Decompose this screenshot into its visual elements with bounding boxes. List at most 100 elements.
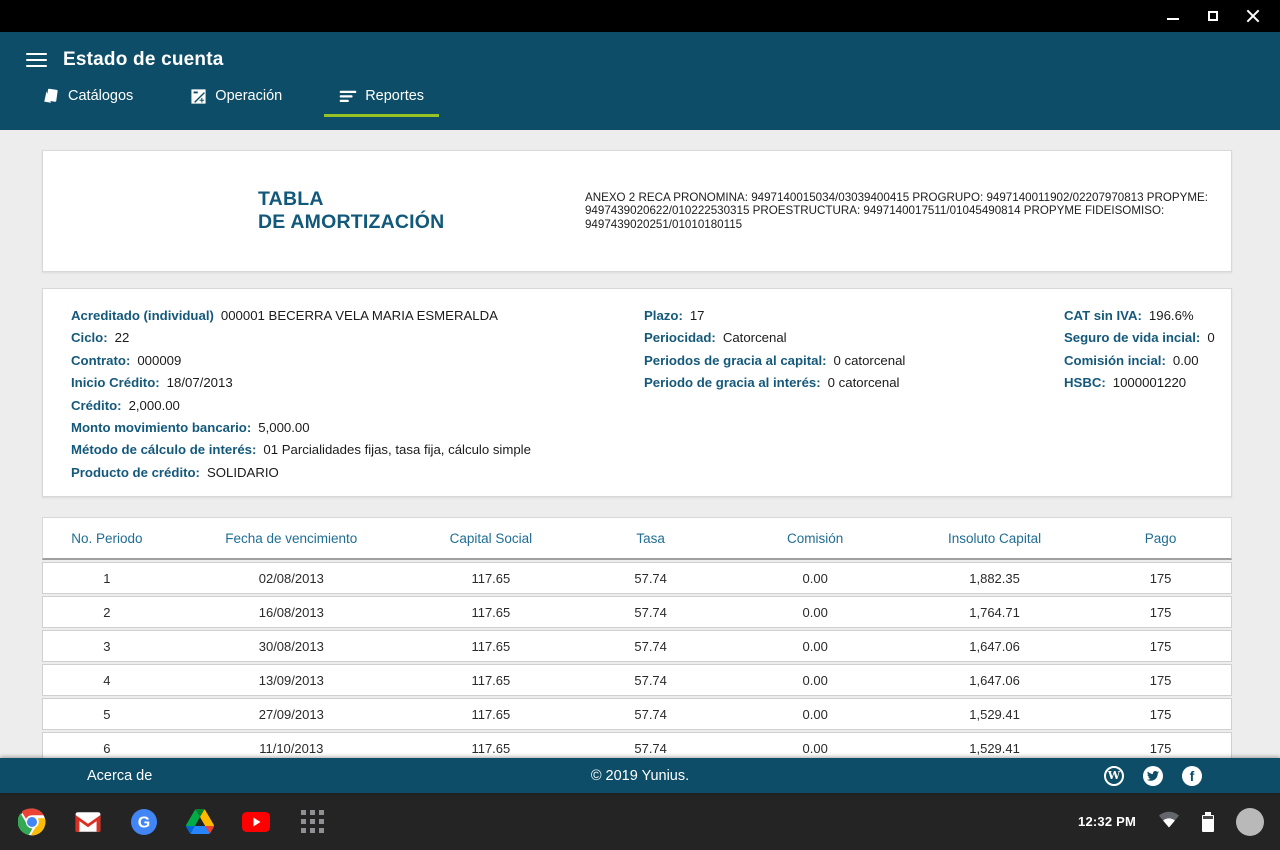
table-cell: 57.74 bbox=[570, 571, 732, 586]
table-cell: 117.65 bbox=[412, 605, 570, 620]
app-launcher-icon[interactable] bbox=[298, 808, 326, 836]
table-cell: 175 bbox=[1090, 707, 1231, 722]
detail-row: HSBC:1000001220 bbox=[1064, 375, 1231, 397]
table-cell: 1,647.06 bbox=[899, 673, 1090, 688]
tab-catalogos[interactable]: Catálogos bbox=[27, 85, 148, 117]
table-cell: 30/08/2013 bbox=[171, 639, 412, 654]
detail-value: 5,000.00 bbox=[258, 420, 309, 435]
wifi-icon bbox=[1158, 810, 1180, 833]
report-title: TABLA DE AMORTIZACIÓN bbox=[258, 188, 585, 234]
detail-value: 0.00 bbox=[1173, 353, 1199, 368]
tab-label: Operación bbox=[215, 88, 282, 104]
about-link[interactable]: Acerca de bbox=[87, 768, 152, 784]
table-cell: 13/09/2013 bbox=[171, 673, 412, 688]
column-header: Capital Social bbox=[412, 531, 570, 546]
drive-icon[interactable] bbox=[186, 808, 214, 836]
app-header: Estado de cuenta Catálogos Operación Rep… bbox=[0, 32, 1280, 130]
credit-details-col1: Acreditado (individual)000001 BECERRA VE… bbox=[71, 308, 644, 487]
table-cell: 1,882.35 bbox=[899, 571, 1090, 586]
detail-row: Periodo de gracia al interés: 0 catorcena… bbox=[644, 375, 1064, 397]
detail-row: Seguro de vida incial: 0 bbox=[1064, 330, 1231, 352]
catalog-icon bbox=[42, 87, 60, 105]
detail-label: Inicio Crédito: bbox=[71, 375, 160, 390]
table-row: 102/08/2013117.6557.740.001,882.35175 bbox=[42, 562, 1232, 594]
column-header: Tasa bbox=[570, 531, 732, 546]
table-header-row: No. PeriodoFecha de vencimientoCapital S… bbox=[42, 517, 1232, 560]
minimize-icon[interactable] bbox=[1166, 9, 1180, 23]
report-title-line2: DE AMORTIZACIÓN bbox=[258, 211, 585, 234]
tab-operacion[interactable]: Operación bbox=[175, 85, 297, 117]
copyright-text: © 2019 Yunius. bbox=[0, 768, 1280, 784]
detail-label: Producto de crédito: bbox=[71, 465, 200, 480]
table-row: 611/10/2013117.6557.740.001,529.41175 bbox=[42, 732, 1232, 758]
facebook-icon[interactable]: f bbox=[1182, 766, 1202, 786]
detail-value: 000001 BECERRA VELA MARIA ESMERALDA bbox=[221, 308, 498, 323]
credit-details-col3: CAT sin IVA:196.6%Seguro de vida incial:… bbox=[1064, 308, 1231, 487]
twitter-icon[interactable] bbox=[1143, 766, 1163, 786]
detail-label: Periodo de gracia al interés: bbox=[644, 375, 821, 390]
detail-row: Periocidad:Catorcenal bbox=[644, 330, 1064, 352]
social-icons: W f bbox=[1104, 766, 1202, 786]
table-cell: 6 bbox=[43, 741, 171, 756]
table-cell: 175 bbox=[1090, 673, 1231, 688]
table-cell: 0.00 bbox=[731, 571, 899, 586]
table-cell: 117.65 bbox=[412, 639, 570, 654]
chrome-icon[interactable] bbox=[18, 808, 46, 836]
table-cell: 1,764.71 bbox=[899, 605, 1090, 620]
table-row: 216/08/2013117.6557.740.001,764.71175 bbox=[42, 596, 1232, 628]
detail-value: 18/07/2013 bbox=[167, 375, 233, 390]
table-cell: 1,647.06 bbox=[899, 639, 1090, 654]
detail-label: Periocidad: bbox=[644, 330, 716, 345]
svg-text:G: G bbox=[138, 814, 150, 831]
tab-label: Reportes bbox=[365, 88, 424, 104]
table-row: 330/08/2013117.6557.740.001,647.06175 bbox=[42, 630, 1232, 662]
exposure-icon bbox=[190, 88, 207, 105]
tab-reportes[interactable]: Reportes bbox=[324, 85, 439, 117]
table-cell: 175 bbox=[1090, 639, 1231, 654]
column-header: Comisión bbox=[731, 531, 899, 546]
gmail-icon[interactable] bbox=[74, 808, 102, 836]
youtube-icon[interactable] bbox=[242, 808, 270, 836]
table-cell: 4 bbox=[43, 673, 171, 688]
hamburger-icon[interactable] bbox=[26, 53, 47, 68]
detail-value: 0 catorcenal bbox=[828, 375, 900, 390]
table-cell: 0.00 bbox=[731, 707, 899, 722]
detail-value: 0 bbox=[1207, 330, 1214, 345]
detail-row: Producto de crédito:SOLIDARIO bbox=[71, 465, 644, 487]
shelf-apps: G bbox=[18, 808, 326, 836]
table-cell: 57.74 bbox=[570, 673, 732, 688]
app-footer: Acerca de © 2019 Yunius. W f bbox=[0, 758, 1280, 793]
table-cell: 02/08/2013 bbox=[171, 571, 412, 586]
table-cell: 27/09/2013 bbox=[171, 707, 412, 722]
column-header: Fecha de vencimiento bbox=[171, 531, 412, 546]
table-cell: 0.00 bbox=[731, 741, 899, 756]
amortization-table: No. PeriodoFecha de vencimientoCapital S… bbox=[42, 517, 1232, 758]
table-cell: 0.00 bbox=[731, 605, 899, 620]
table-cell: 117.65 bbox=[412, 571, 570, 586]
system-shelf: G 12:32 PM bbox=[0, 793, 1280, 850]
detail-value: 01 Parcialidades fijas, tasa fija, cálcu… bbox=[263, 442, 531, 457]
detail-row: Monto movimiento bancario: 5,000.00 bbox=[71, 420, 644, 442]
table-cell: 1,529.41 bbox=[899, 707, 1090, 722]
wordpress-icon[interactable]: W bbox=[1104, 766, 1124, 786]
google-icon[interactable]: G bbox=[130, 808, 158, 836]
account-avatar[interactable] bbox=[1236, 808, 1264, 836]
detail-row: CAT sin IVA:196.6% bbox=[1064, 308, 1231, 330]
window-titlebar bbox=[0, 0, 1280, 32]
detail-label: Seguro de vida incial: bbox=[1064, 330, 1200, 345]
detail-label: Monto movimiento bancario: bbox=[71, 420, 251, 435]
battery-icon bbox=[1202, 812, 1214, 832]
status-tray[interactable]: 12:32 PM bbox=[1078, 808, 1264, 836]
table-cell: 117.65 bbox=[412, 707, 570, 722]
clock[interactable]: 12:32 PM bbox=[1078, 814, 1136, 829]
maximize-icon[interactable] bbox=[1206, 9, 1220, 23]
detail-row: Crédito:2,000.00 bbox=[71, 398, 644, 420]
table-cell: 117.65 bbox=[412, 673, 570, 688]
detail-value: 2,000.00 bbox=[129, 398, 180, 413]
close-icon[interactable] bbox=[1246, 9, 1260, 23]
credit-details-card: Acreditado (individual)000001 BECERRA VE… bbox=[42, 288, 1232, 497]
table-cell: 11/10/2013 bbox=[171, 741, 412, 756]
detail-row: Acreditado (individual)000001 BECERRA VE… bbox=[71, 308, 644, 330]
detail-value: 000009 bbox=[137, 353, 181, 368]
table-row: 413/09/2013117.6557.740.001,647.06175 bbox=[42, 664, 1232, 696]
